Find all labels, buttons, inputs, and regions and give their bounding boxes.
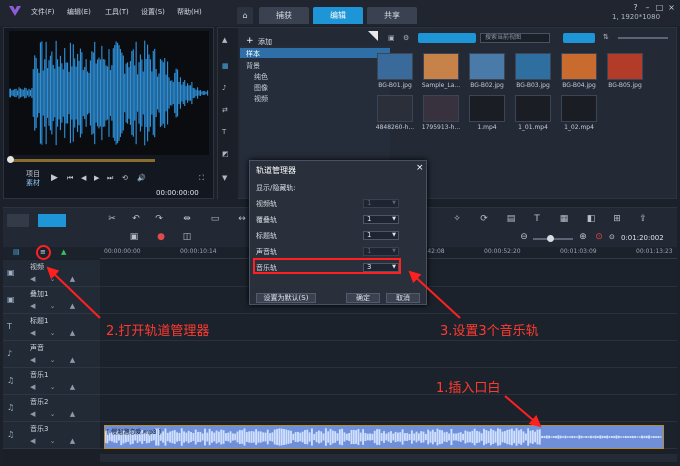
annotation-arrows <box>46 266 542 428</box>
annotation-step3: 3.设置3个音乐轨 <box>440 324 539 339</box>
annotation-step2: 2.打开轨道管理器 <box>106 324 210 339</box>
video-editor-window: 文件(F) 编辑(E) 工具(T) 设置(S) 帮助(H) ⌂ 捕获 编辑 共享… <box>0 0 680 466</box>
annotation-step1: 1.插入口白 <box>436 381 501 396</box>
